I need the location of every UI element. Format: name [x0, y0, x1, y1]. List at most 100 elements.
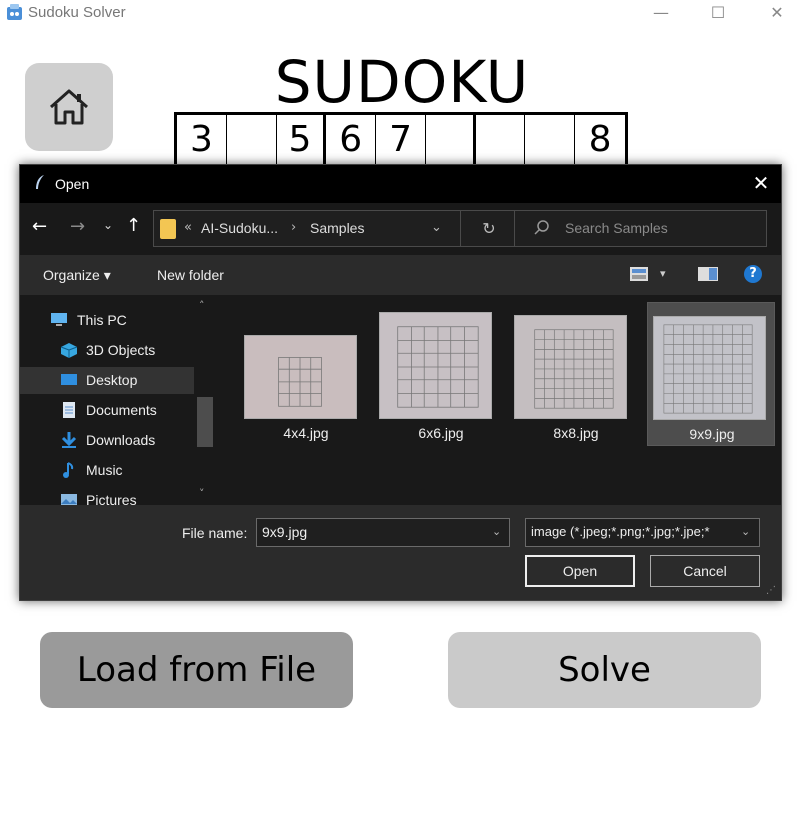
dialog-title: Open — [55, 176, 90, 192]
nav-item-music[interactable]: Music — [20, 457, 194, 484]
window-titlebar: Sudoku Solver — ☐ ✕ — [0, 0, 800, 28]
file-type-select[interactable]: image (*.jpeg;*.png;*.jpg;*.jpe;* ⌄ — [525, 518, 760, 547]
open-file-dialog: Open ✕ ← → ⌄ ↑ « AI-Sudoku... › Samples … — [19, 164, 782, 601]
dialog-toolbar: Organize ▾ New folder ▾ ? — [20, 255, 781, 295]
app-icon — [7, 4, 22, 20]
nav-item-3d-objects[interactable]: 3D Objects — [20, 337, 194, 364]
organize-menu[interactable]: Organize ▾ — [43, 267, 111, 284]
nav-item-label: Pictures — [86, 492, 137, 505]
view-mode-icon[interactable] — [630, 267, 648, 281]
grid-cell[interactable]: 6 — [326, 115, 377, 167]
download-icon — [61, 432, 77, 448]
breadcrumb-segment-current[interactable]: Samples — [310, 220, 364, 236]
file-name: 8x8.jpg — [553, 425, 599, 441]
grid-cell[interactable]: 8 — [575, 115, 625, 167]
file-item-8x8[interactable]: 8x8.jpg — [512, 302, 640, 446]
image-thumbnail — [244, 335, 357, 419]
grid-cell[interactable]: 7 — [376, 115, 426, 167]
help-icon[interactable]: ? — [744, 265, 762, 283]
up-arrow-icon[interactable]: ↑ — [126, 215, 141, 236]
new-folder-button[interactable]: New folder — [157, 267, 224, 283]
home-icon — [50, 89, 88, 125]
file-name: 6x6.jpg — [418, 425, 464, 441]
nav-item-documents[interactable]: Documents — [20, 397, 194, 424]
grid-cell[interactable] — [525, 115, 576, 167]
music-icon — [63, 462, 74, 478]
grid-cell[interactable]: 5 — [277, 115, 327, 167]
file-name: 4x4.jpg — [283, 425, 329, 441]
open-button[interactable]: Open — [525, 555, 635, 587]
scroll-up-icon[interactable]: ˄ — [199, 299, 205, 312]
feather-icon — [36, 175, 44, 189]
file-item-9x9[interactable]: 9x9.jpg — [647, 302, 775, 446]
load-from-file-button[interactable]: Load from File — [40, 632, 353, 708]
dialog-close-button[interactable]: ✕ — [750, 171, 772, 195]
sudoku-grid-top-row: 3 5 6 7 8 — [174, 112, 628, 167]
dialog-footer: File name: 9x9.jpg ⌄ image (*.jpeg;*.png… — [20, 505, 781, 600]
address-overflow-icon[interactable]: « — [184, 220, 192, 235]
refresh-icon[interactable]: ↻ — [460, 211, 517, 246]
file-name: 9x9.jpg — [689, 426, 735, 442]
window-title: Sudoku Solver — [28, 4, 126, 21]
scrollbar-thumb[interactable] — [197, 397, 213, 447]
file-name-field[interactable]: 9x9.jpg ⌄ — [256, 518, 510, 547]
nav-item-label: Desktop — [86, 372, 138, 388]
maximize-button[interactable]: ☐ — [695, 0, 741, 28]
chevron-down-icon[interactable]: ⌄ — [741, 525, 751, 538]
grid-cell[interactable] — [476, 115, 526, 167]
file-type-value: image (*.jpeg;*.png;*.jpg;*.jpe;* — [531, 524, 710, 539]
nav-item-desktop[interactable]: Desktop — [20, 367, 194, 394]
nav-item-label: 3D Objects — [86, 342, 156, 358]
nav-item-label: Music — [86, 462, 123, 478]
search-icon — [534, 220, 549, 235]
file-item-6x6[interactable]: 6x6.jpg — [377, 302, 505, 446]
search-placeholder: Search Samples — [565, 220, 668, 236]
file-name-label: File name: — [182, 525, 248, 541]
recent-locations-chevron-icon[interactable]: ⌄ — [103, 218, 113, 232]
close-window-button[interactable]: ✕ — [754, 0, 800, 28]
nav-item-label: Documents — [86, 402, 157, 418]
image-thumbnail — [379, 312, 492, 419]
document-icon — [63, 402, 75, 418]
file-name-value: 9x9.jpg — [262, 524, 308, 540]
scroll-down-icon[interactable]: ˅ — [199, 487, 205, 500]
sudoku-solver-window: Sudoku Solver — ☐ ✕ SUDOKU 3 5 6 7 8 Ope… — [0, 0, 800, 821]
breadcrumb-separator-icon[interactable]: › — [291, 220, 296, 235]
nav-item-label: Downloads — [86, 432, 156, 448]
view-dropdown-icon[interactable]: ▾ — [660, 267, 666, 280]
desktop-icon — [61, 374, 77, 385]
grid-cell[interactable] — [426, 115, 476, 167]
address-bar[interactable]: « AI-Sudoku... › Samples ⌄ ↻ — [153, 210, 517, 247]
image-thumbnail — [514, 315, 627, 419]
grid-cell[interactable] — [227, 115, 277, 167]
solve-button[interactable]: Solve — [448, 632, 761, 708]
nav-item-this-pc[interactable]: This PC — [20, 307, 194, 334]
dialog-titlebar: Open ✕ — [20, 165, 781, 203]
pictures-icon — [61, 494, 77, 505]
nav-item-pictures[interactable]: Pictures — [20, 487, 194, 505]
forward-arrow-icon[interactable]: → — [70, 216, 85, 237]
grid-cell[interactable]: 3 — [177, 115, 227, 167]
navigation-pane: This PC 3D Objects Desktop Documents Dow… — [20, 295, 216, 505]
chevron-down-icon[interactable]: ⌄ — [492, 525, 501, 538]
file-item-4x4[interactable]: 4x4.jpg — [242, 302, 370, 446]
sudoku-heading: SUDOKU — [274, 48, 530, 116]
pc-icon — [51, 313, 67, 326]
breadcrumb-segment[interactable]: AI-Sudoku... — [201, 220, 278, 236]
address-dropdown-icon[interactable]: ⌄ — [431, 220, 442, 235]
back-arrow-icon[interactable]: ← — [32, 216, 47, 237]
nav-item-label: This PC — [77, 312, 127, 328]
minimize-button[interactable]: — — [638, 0, 684, 28]
nav-item-downloads[interactable]: Downloads — [20, 427, 194, 454]
folder-icon — [160, 219, 176, 239]
cancel-button[interactable]: Cancel — [650, 555, 760, 587]
file-list: 4x4.jpg 6x6.jpg 8x8.jpg 9x9.jpg — [216, 295, 781, 505]
image-thumbnail — [653, 316, 766, 420]
home-button[interactable] — [25, 63, 113, 151]
nav-pane-scrollbar[interactable]: ˄ ˅ — [194, 295, 216, 505]
navigation-bar: ← → ⌄ ↑ « AI-Sudoku... › Samples ⌄ ↻ Sea… — [20, 203, 781, 255]
preview-pane-icon[interactable] — [698, 267, 718, 281]
cube-icon — [60, 343, 78, 358]
resize-grip-icon[interactable]: ⋰ — [766, 585, 776, 596]
search-input[interactable]: Search Samples — [514, 210, 767, 247]
